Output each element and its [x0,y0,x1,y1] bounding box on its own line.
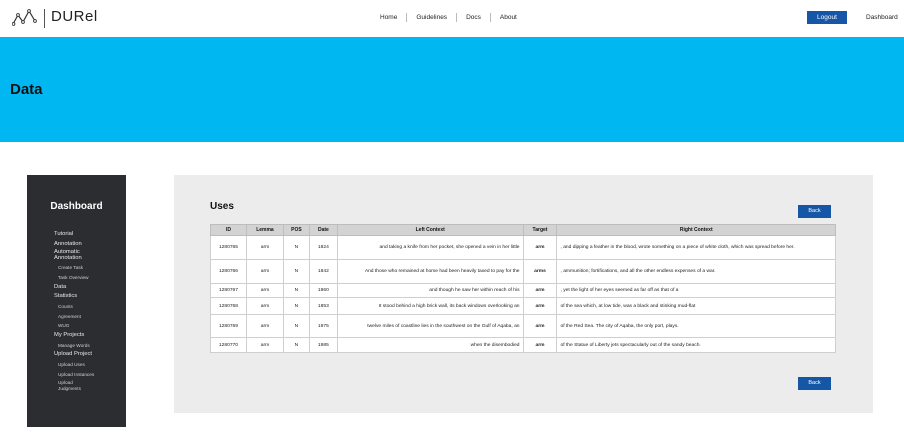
cell-date: 1853 [308,297,338,315]
col-header-lemma[interactable]: Lemma [245,224,284,236]
sidebar-item-wug[interactable]: WUG [54,322,124,329]
table-header-row: ID Lemma POS Date Left Context Target Ri… [210,224,836,236]
sidebar-item-tutorial[interactable]: Tutorial [54,231,124,238]
cell-id: 1280767 [210,283,247,298]
sidebar-item-create-task[interactable]: Create Task [54,264,124,271]
nav-about[interactable]: About [491,13,526,22]
cell-date: 1975 [308,314,338,338]
cell-left-context: It stood behind a high brick wall, its b… [336,297,524,315]
sidebar-item-agreement[interactable]: Agreement [54,313,124,320]
durel-logo-icon[interactable] [12,8,38,28]
cell-left-context: when the disembodied [336,337,524,353]
cell-right-context: of the sea which, at low tide, was a bla… [556,297,836,315]
cell-target: arms [522,259,558,284]
cell-date: 1824 [308,235,338,260]
cell-target: arm [522,314,558,338]
sidebar-title: Dashboard [50,201,103,212]
sidebar-item-manage-words[interactable]: Manage Words [54,342,124,349]
cell-right-context: , yet the light of her eyes seemed as fa… [556,283,836,298]
cell-pos: N [282,297,310,315]
col-header-pos[interactable]: POS [282,224,310,236]
sidebar-item-annotation[interactable]: Annotation [54,241,124,248]
uses-panel: Uses Back ID Lemma POS Date Left Context… [174,175,873,413]
cell-lemma: arm [245,337,284,353]
sidebar-item-automatic-annotation[interactable]: Automatic Annotation [54,249,88,261]
cell-lemma: arm [245,283,284,298]
cell-pos: N [282,283,310,298]
col-header-target[interactable]: Target [522,224,558,236]
cell-left-context: twelve miles of coastline lies in the so… [336,314,524,338]
uses-title: Uses [210,201,234,212]
dashboard-sidebar: Dashboard Tutorial Annotation Automatic … [27,175,126,427]
table-row: 1280767 arm N 1860 and though he saw her… [210,283,836,298]
cell-left-context: and though he saw her within reach of hi… [336,283,524,298]
cell-right-context: of the Red Sea. The city of Aqaba, the o… [556,314,836,338]
cell-date: 1860 [308,283,338,298]
page-title: Data [10,81,43,98]
col-header-left-context[interactable]: Left Context [336,224,524,236]
sidebar-item-counts[interactable]: Counts [54,303,124,310]
col-header-right-context[interactable]: Right Context [556,224,836,236]
cell-right-context: , ammunition; fortifications, and all th… [556,259,836,284]
cell-target: arm [522,337,558,353]
table-row: 1280770 arm N 1985 when the disembodied … [210,337,836,353]
cell-id: 1280765 [210,235,247,260]
cell-id: 1280769 [210,314,247,338]
back-button-top[interactable]: Back [798,205,831,218]
sidebar-item-upload-instances[interactable]: Upload Instances [54,371,124,378]
cell-pos: N [282,259,310,284]
cell-lemma: arm [245,235,284,260]
table-row: 1280768 arm N 1853 It stood behind a hig… [210,297,836,315]
cell-lemma: arm [245,314,284,338]
cell-id: 1280770 [210,337,247,353]
sidebar-menu: Tutorial Annotation Automatic Annotation… [54,228,124,391]
cell-lemma: arm [245,297,284,315]
cell-left-context: And those who remained at home had been … [336,259,524,284]
top-navbar: DURel Home Guidelines Docs About Logout … [0,0,904,37]
main-nav: Home Guidelines Docs About [371,13,526,22]
col-header-id[interactable]: ID [210,224,247,236]
nav-home[interactable]: Home [371,13,408,22]
back-button-bottom[interactable]: Back [798,377,831,390]
sidebar-item-statistics[interactable]: Statistics [54,293,124,300]
hero-banner: Data [0,37,904,142]
cell-pos: N [282,314,310,338]
dashboard-link[interactable]: Dashboard [866,14,898,21]
nav-docs[interactable]: Docs [457,13,491,22]
cell-pos: N [282,337,310,353]
sidebar-item-upload-judgments[interactable]: Upload Judgments [54,380,82,391]
cell-target: arm [522,283,558,298]
cell-right-context: of the Statue of Liberty jets spectacula… [556,337,836,353]
cell-date: 1985 [308,337,338,353]
cell-pos: N [282,235,310,260]
cell-id: 1280768 [210,297,247,315]
cell-target: arm [522,297,558,315]
cell-id: 1280766 [210,259,247,284]
sidebar-item-task-overview[interactable]: Task Overview [54,274,124,281]
uses-table: ID Lemma POS Date Left Context Target Ri… [210,224,836,353]
logo-divider [44,9,45,28]
cell-right-context: , and dipping a feather in the blood, wr… [556,235,836,260]
cell-date: 1842 [308,259,338,284]
brand-name[interactable]: DURel [51,8,98,25]
col-header-date[interactable]: Date [308,224,338,236]
logout-button[interactable]: Logout [807,11,847,24]
sidebar-item-upload-uses[interactable]: Upload Uses [54,361,124,368]
table-row: 1280769 arm N 1975 twelve miles of coast… [210,314,836,338]
cell-left-context: and taking a knife from her pocket, she … [336,235,524,260]
sidebar-item-my-projects[interactable]: My Projects [54,332,124,339]
nav-guidelines[interactable]: Guidelines [407,13,458,22]
table-row: 1280766 arm N 1842 And those who remaine… [210,259,836,284]
sidebar-item-upload-project[interactable]: Upload Project [54,351,124,358]
table-row: 1280765 arm N 1824 and taking a knife fr… [210,235,836,260]
cell-target: arm [522,235,558,260]
cell-lemma: arm [245,259,284,284]
sidebar-item-data[interactable]: Data [54,284,124,291]
